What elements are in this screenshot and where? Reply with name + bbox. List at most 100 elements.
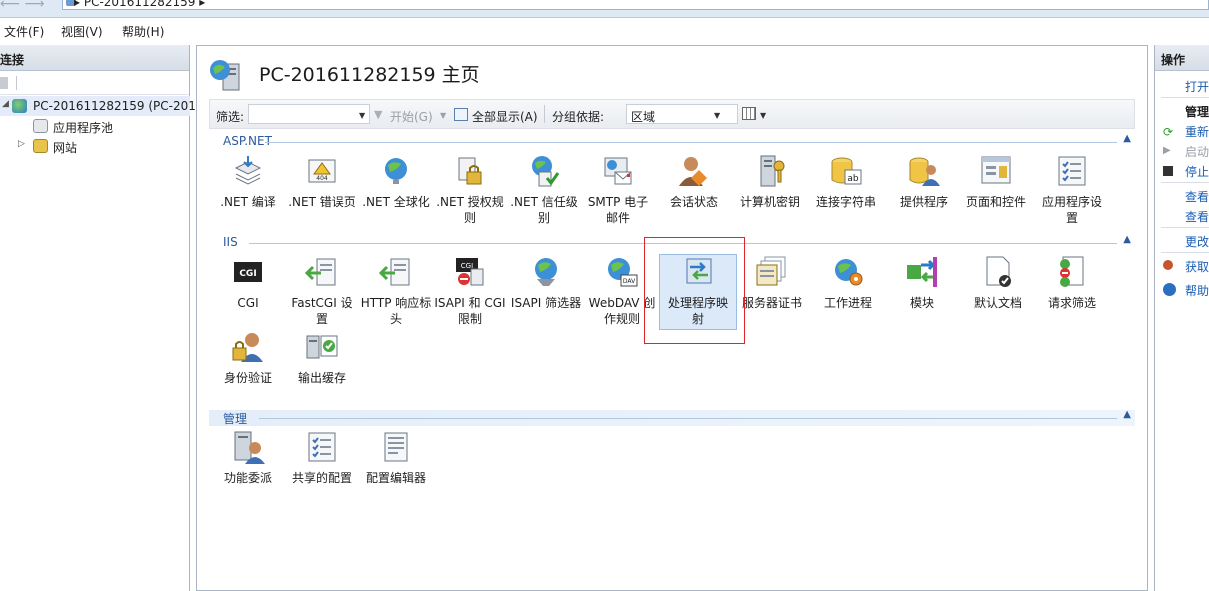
feature-net-error-pages[interactable]: 404 .NET 错误页 [283,154,361,230]
webdav-icon: DAV [608,258,638,287]
feature-label: 作规则 [603,312,640,326]
divider [544,105,545,123]
chevron-down-icon[interactable]: ▼ [440,111,446,120]
collapse-section-icon[interactable]: ▲ [1123,234,1131,245]
authorization-rules-icon [458,157,482,185]
feature-label: HTTP 响应标 [360,296,432,310]
action-view-2[interactable]: 查看 [1185,208,1209,225]
filter-label: 筛选: [216,110,245,124]
feature-request-filtering[interactable]: 请求筛选 [1033,255,1111,331]
feature-label: 应用程序设 [1041,195,1102,209]
expand-icon[interactable]: ▷ [18,139,25,149]
action-get[interactable]: 获取 [1185,258,1209,275]
feature-net-authorization[interactable]: .NET 授权规则 [431,154,509,230]
feature-cgi[interactable]: CGI CGI [209,255,287,331]
feature-label: .NET 信任级 [510,195,578,209]
feature-fastcgi[interactable]: FastCGI 设置 [283,255,361,331]
collapse-section-icon[interactable]: ▲ [1123,133,1131,144]
feature-modules[interactable]: 模块 [883,255,961,331]
action-change[interactable]: 更改 [1185,233,1209,250]
section-label: 管理 [223,412,248,426]
feature-machine-key[interactable]: 计算机密钥 [731,154,809,230]
feature-label: CGI [237,296,259,310]
feature-authentication[interactable]: 身份验证 [209,330,287,406]
feature-providers[interactable]: 提供程序 [885,154,963,230]
chevron-down-icon[interactable]: ▼ [714,111,720,120]
view-mode-icon[interactable] [742,107,756,120]
app-settings-icon [1058,156,1086,186]
machine-key-icon [760,155,785,187]
feature-label: 提供程序 [899,195,948,209]
action-open[interactable]: 打开 [1185,78,1209,95]
group-by-value: 区域 [631,110,656,124]
action-restart[interactable]: 重新 [1185,123,1209,140]
collapse-icon[interactable]: ◢ [2,99,9,109]
feature-label: 请求筛选 [1047,296,1096,310]
isapi-filters-icon [535,258,557,286]
dav-text: DAV [623,278,636,285]
feature-label: 别 [537,211,550,225]
feature-label: 限制 [457,312,482,326]
group-by-select[interactable]: 区域 [626,104,738,124]
feature-smtp-email[interactable]: SMTP 电子 邮件 [579,154,657,230]
feature-label: 则 [463,211,476,225]
feature-net-globalization[interactable]: .NET 全球化 [357,154,435,230]
feature-net-trust-levels[interactable]: .NET 信任级别 [505,154,583,230]
feature-isapi-cgi-restrictions[interactable]: CGI ISAPI 和 CGI 限制 [431,255,509,331]
divider [16,76,17,90]
tree-item-app-pools[interactable]: 应用程序池 [0,116,190,136]
feature-default-document[interactable]: 默认文档 [959,255,1037,331]
action-stop[interactable]: 停止 [1185,163,1209,180]
authentication-icon [232,333,263,362]
tree-item-sites[interactable]: ▷ 网站 [0,136,190,156]
feature-shared-configuration[interactable]: 共享的配置 [283,430,361,506]
worker-processes-icon [835,259,863,286]
feature-app-settings[interactable]: 应用程序设置 [1033,154,1111,230]
feature-http-response-headers[interactable]: HTTP 响应标头 [357,255,435,331]
back-forward-icon[interactable]: ⟵ ⟶ [0,0,50,12]
feature-delegation-icon [234,431,265,464]
ab-text: ab [847,174,859,184]
chevron-down-icon[interactable]: ▼ [359,111,365,120]
start-icon: ▶ [1163,145,1171,156]
feature-label: 默认文档 [973,296,1022,310]
section-manage[interactable]: 管理 ▲ [209,409,1135,426]
feature-session-state[interactable]: 会话状态 [655,154,733,230]
divider [265,142,1117,143]
menu-view[interactable]: 视图(V) [61,23,103,40]
show-all-button[interactable]: 全部显示(A) [472,108,538,125]
action-view-1[interactable]: 查看 [1185,188,1209,205]
divider [1161,227,1209,228]
tree-item-server[interactable]: ◢ PC-201611282159 (PC-201 [0,96,196,116]
feature-worker-processes[interactable]: 工作进程 [809,255,887,331]
features-view: PC-201611282159 主页 筛选: ▼ ▼ 开始(G) ▼ 全部显示(… [196,45,1148,591]
filter-toolbar: 筛选: ▼ ▼ 开始(G) ▼ 全部显示(A) 分组依据: 区域 ▼ ▼ [209,99,1135,129]
feature-configuration-editor[interactable]: 配置编辑器 [357,430,435,506]
default-document-icon [986,256,1011,287]
feature-connection-strings[interactable]: ab 连接字符串 [807,154,885,230]
feature-label-group: .NET 授权规则 [429,194,511,226]
filter-input[interactable] [248,104,370,124]
collapse-section-icon[interactable]: ▲ [1123,409,1131,420]
feature-output-caching[interactable]: 输出缓存 [283,330,361,406]
connection-strings-icon: ab [831,157,862,185]
menu-bar: 文件(F) 视图(V) 帮助(H) [0,19,1209,41]
action-start[interactable]: 启动 [1185,143,1209,160]
address-box[interactable] [62,0,1209,10]
feature-delegation[interactable]: 功能委派 [209,430,287,506]
feature-label: 页面和控件 [965,195,1026,209]
feature-pages-controls[interactable]: 页面和控件 [957,154,1035,230]
chevron-down-icon[interactable]: ▼ [760,111,766,120]
feature-label: ISAPI 筛选器 [510,296,582,310]
section-aspnet[interactable]: ASP.NET ▲ [209,133,1135,150]
menu-help[interactable]: 帮助(H) [122,23,164,40]
save-connections-icon[interactable] [0,77,8,89]
feature-net-compilation[interactable]: .NET 编译 [209,154,287,230]
menu-file[interactable]: 文件(F) [4,23,44,40]
feature-isapi-filters[interactable]: ISAPI 筛选器 [507,255,585,331]
start-button[interactable]: 开始(G) [390,108,433,125]
breadcrumb[interactable]: ▸ PC-201611282159 ▸ [74,0,205,9]
action-help[interactable]: 帮助 [1185,282,1209,299]
divider [1161,252,1209,253]
restart-icon: ⟳ [1163,125,1174,139]
